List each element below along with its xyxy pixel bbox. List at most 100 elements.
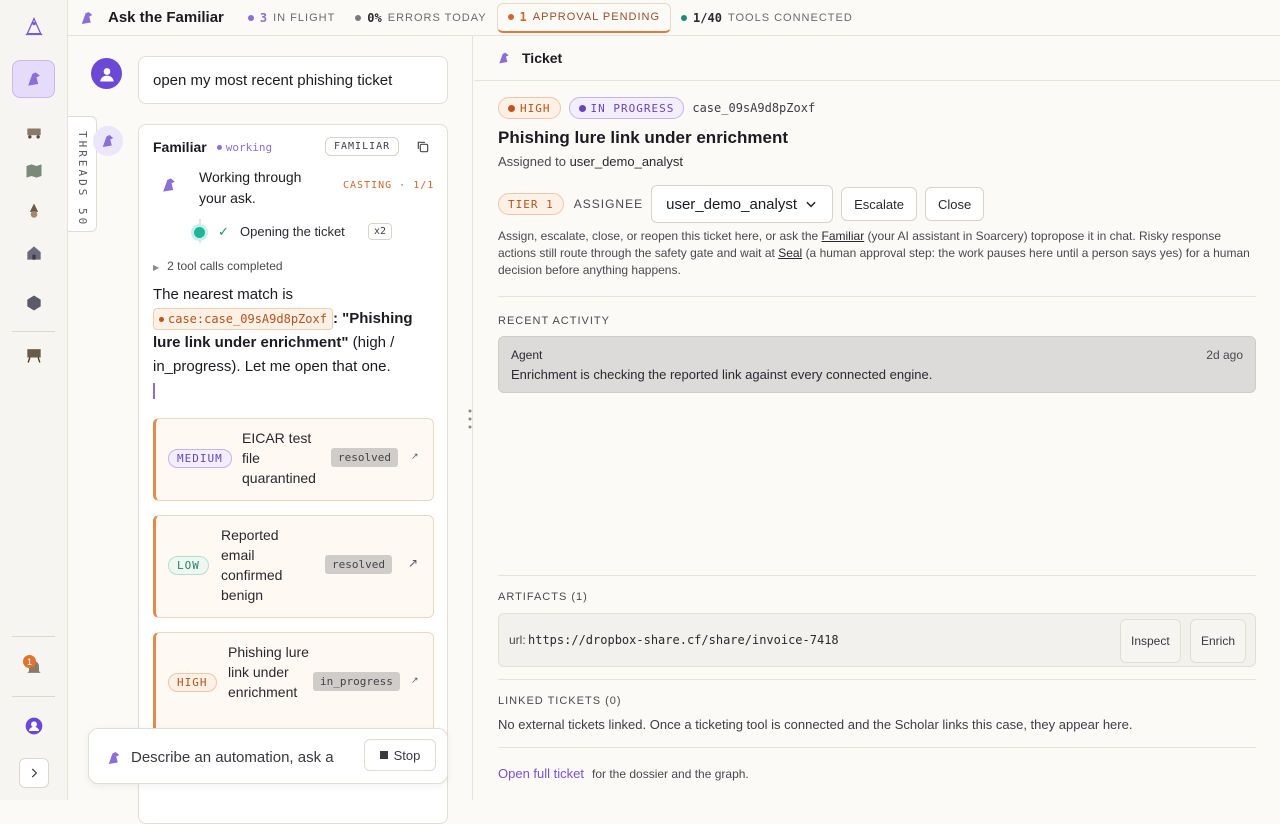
case-link-chip[interactable]: case:case_09sA9d8pZoxf	[153, 308, 333, 330]
casting-progress: CASTING · 1/1	[343, 180, 435, 191]
enrich-button[interactable]: Enrich	[1190, 619, 1247, 663]
house-icon[interactable]	[12, 234, 55, 272]
ticket-card[interactable]: MEDIUM EICAR test file quarantined resol…	[153, 418, 434, 501]
ticket-card-title: Phishing lure link under enrichment	[228, 644, 309, 700]
case-id: case_09sA9d8pZoxf	[692, 101, 816, 115]
rail-divider	[12, 331, 55, 332]
status-dot-icon	[247, 14, 254, 21]
familiar-badge: FAMILIAR	[325, 137, 400, 156]
chevron-right-icon: ▶	[153, 263, 160, 272]
assigned-user: user_demo_analyst	[569, 154, 684, 169]
open-full-ticket-hint: for the dossier and the graph.	[592, 767, 749, 781]
severity-badge: MEDIUM	[168, 449, 232, 468]
status-dot-icon	[507, 14, 514, 20]
severity-badge: HIGH	[168, 673, 217, 692]
familiar-icon	[108, 752, 120, 764]
artifact-url: https://dropbox-share.cf/share/invoice-7…	[528, 633, 839, 647]
ticket-pane: Ticket HIGH IN PROGRESS case_09sA9d8pZox…	[474, 36, 1280, 800]
threads-label: THREADS 50	[76, 131, 89, 228]
stat-label: TOOLS CONNECTED	[727, 11, 853, 24]
status-badge: in_progress	[313, 672, 400, 691]
ticket-card-title: Reported email confirmed benign	[221, 527, 283, 603]
ticket-actions: TIER 1 ASSIGNEE user_demo_analyst Escala…	[498, 185, 985, 223]
typing-caret	[153, 383, 155, 400]
assigned-line: Assigned to user_demo_analyst	[498, 154, 684, 169]
ticket-card[interactable]: LOW Reported email confirmed benign reso…	[153, 515, 434, 618]
stat-in-flight[interactable]: 3 IN FLIGHT	[238, 3, 345, 33]
artifact-row: url: https://dropbox-share.cf/share/invo…	[498, 613, 1256, 667]
user-message: open my most recent phishing ticket	[138, 56, 448, 104]
linked-tickets-title: LINKED TICKETS (0)	[498, 695, 622, 707]
gem-icon[interactable]	[12, 284, 55, 322]
activity-author: Agent	[511, 348, 543, 362]
familiar-nav-icon[interactable]	[12, 60, 55, 98]
rail-divider	[12, 696, 55, 697]
open-full-ticket-link[interactable]: Open full ticket	[498, 766, 584, 781]
inspect-button[interactable]: Inspect	[1120, 619, 1181, 663]
chevron-down-icon	[806, 201, 816, 208]
escalate-button[interactable]: Escalate	[841, 187, 917, 221]
familiar-working-icon	[163, 178, 175, 192]
notifications-bell-icon[interactable]: 1	[12, 648, 55, 686]
stat-errors-today[interactable]: 0% ERRORS TODAY	[345, 3, 496, 33]
stat-approval-pending[interactable]: 1 APPROVAL PENDING	[496, 2, 672, 33]
copy-icon[interactable]	[415, 139, 431, 155]
app-title: Ask the Familiar	[108, 9, 224, 26]
status-badge: resolved	[325, 555, 392, 574]
gnome-icon[interactable]	[12, 192, 55, 230]
familiar-avatar	[93, 126, 123, 156]
tier-badge: TIER 1	[498, 193, 564, 215]
divider	[498, 296, 1256, 297]
ticket-pane-header: Ticket	[474, 36, 1280, 81]
divider	[498, 747, 1256, 748]
assignee-select[interactable]: user_demo_analyst	[651, 185, 834, 223]
stat-label: ERRORS TODAY	[387, 11, 487, 24]
profile-avatar-icon[interactable]	[12, 707, 55, 745]
familiar-term[interactable]: Familiar	[822, 229, 865, 243]
status-badge: resolved	[331, 448, 398, 467]
stat-value: 1/40	[693, 10, 722, 25]
stat-label: IN FLIGHT	[273, 11, 336, 24]
open-arrow-icon[interactable]: ↗	[411, 451, 419, 462]
severity-badge: LOW	[168, 556, 209, 575]
open-arrow-icon[interactable]: ↗	[408, 556, 418, 570]
state-badge: IN PROGRESS	[568, 97, 685, 119]
ticket-card-title: EICAR test file quarantined	[242, 430, 316, 486]
composer-input[interactable]: Describe an automation, ask a	[131, 749, 351, 766]
notification-badge: 1	[23, 655, 36, 668]
familiar-icon	[81, 11, 93, 24]
resize-handle-icon[interactable]	[468, 408, 472, 430]
ticket-card[interactable]: HIGH Phishing lure link under enrichment…	[153, 632, 434, 735]
stat-value: 0%	[367, 10, 382, 25]
top-bar: Ask the Familiar 3 IN FLIGHT 0% ERRORS T…	[68, 0, 1280, 36]
familiar-response-card: Familiar working FAMILIAR Working throug…	[138, 124, 448, 824]
stop-icon	[379, 751, 388, 759]
artifacts-title: ARTIFACTS (1)	[498, 591, 588, 603]
open-arrow-icon[interactable]: ↗	[411, 675, 419, 686]
stop-button[interactable]: Stop	[364, 739, 436, 771]
familiar-icon	[499, 52, 509, 64]
severity-badge: HIGH	[498, 97, 561, 119]
expand-rail-button[interactable]	[19, 758, 49, 788]
close-button[interactable]: Close	[924, 187, 985, 221]
familiar-name: Familiar	[153, 139, 207, 155]
map-icon[interactable]	[12, 152, 55, 190]
board-icon[interactable]	[12, 336, 55, 374]
stat-tools-connected[interactable]: 1/40 TOOLS CONNECTED	[671, 3, 863, 33]
help-text: Assign, escalate, close, or reopen this …	[498, 229, 1250, 277]
stat-value: 3	[259, 10, 268, 25]
chat-composer[interactable]: Describe an automation, ask a Stop	[88, 728, 448, 784]
divider	[498, 679, 1256, 680]
cart-icon[interactable]	[12, 112, 55, 150]
step-count: x2	[368, 223, 393, 240]
activity-time: 2d ago	[1206, 348, 1243, 362]
threads-tab[interactable]: THREADS 50	[68, 116, 97, 232]
tool-calls-toggle[interactable]: ▶ 2 tool calls completed	[153, 259, 283, 273]
logo-icon[interactable]	[12, 8, 55, 46]
status-dot-icon	[681, 14, 688, 21]
user-avatar	[91, 58, 122, 89]
artifact-kind: url:	[509, 633, 526, 647]
check-icon: ✓	[218, 224, 229, 239]
ticket-pane-title: Ticket	[522, 50, 563, 66]
seal-term[interactable]: Seal	[778, 246, 802, 260]
